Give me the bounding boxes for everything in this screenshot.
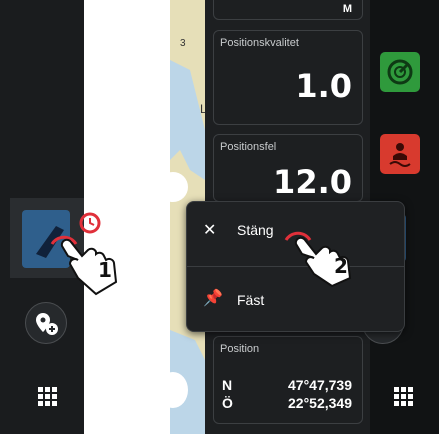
position-error-value: 12.0 bbox=[273, 163, 352, 201]
close-label: Stäng bbox=[237, 222, 274, 238]
hand-tap-icon bbox=[50, 212, 118, 296]
position-box[interactable]: Position N 47°47,739 Ö 22°52,349 bbox=[213, 336, 363, 424]
longitude-direction: Ö bbox=[222, 395, 233, 411]
position-quality-label: Positionskvalitet bbox=[220, 37, 299, 49]
latitude-direction: N bbox=[222, 377, 233, 393]
add-location-button[interactable] bbox=[25, 302, 67, 344]
position-error-label: Positionsfel bbox=[220, 141, 277, 153]
pin-icon: 📌 bbox=[203, 290, 223, 307]
radar-icon bbox=[387, 59, 413, 85]
close-icon: ✕ bbox=[203, 222, 217, 239]
grid-icon[interactable] bbox=[394, 387, 413, 406]
data-box-top[interactable]: M bbox=[213, 0, 363, 20]
mob-app-button[interactable] bbox=[380, 134, 420, 174]
tap-hold-indicator: 1 bbox=[40, 206, 150, 302]
position-quality-box[interactable]: Positionskvalitet 1.0 bbox=[213, 30, 363, 125]
tap-indicator: 2 bbox=[280, 214, 380, 288]
position-label: Position bbox=[220, 343, 260, 355]
step-number-1: 1 bbox=[98, 258, 112, 282]
person-overboard-icon bbox=[389, 143, 411, 167]
longitude-value: 22°52,349 bbox=[288, 395, 352, 411]
position-error-box[interactable]: Positionsfel 12.0 bbox=[213, 134, 363, 202]
step-number-2: 2 bbox=[334, 254, 348, 278]
pin-label: Fäst bbox=[237, 292, 265, 308]
grid-icon[interactable] bbox=[38, 387, 57, 406]
unit-label: M bbox=[342, 3, 352, 15]
location-plus-icon bbox=[36, 313, 58, 335]
position-quality-value: 1.0 bbox=[295, 67, 352, 105]
radar-app-button[interactable] bbox=[380, 52, 420, 92]
hand-tap-icon bbox=[284, 231, 352, 288]
latitude-value: 47°47,739 bbox=[288, 377, 352, 393]
